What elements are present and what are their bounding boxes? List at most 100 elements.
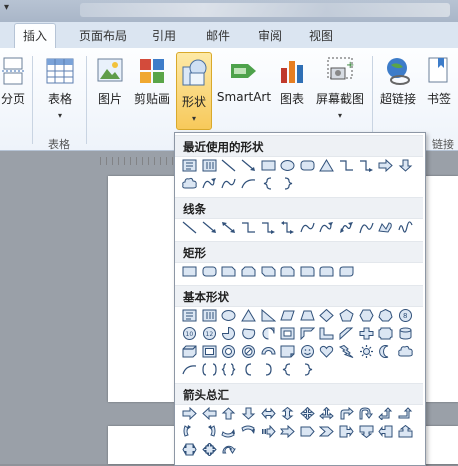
- shape-scribble-icon[interactable]: [396, 219, 416, 236]
- shape-curved-left-arrow-icon[interactable]: [200, 423, 220, 440]
- shape-curved-right-arrow-icon[interactable]: [180, 423, 200, 440]
- shape-parallelogram-icon[interactable]: [278, 307, 298, 324]
- shape-hexagon-icon[interactable]: [356, 307, 376, 324]
- shape-rounded-rect-icon[interactable]: [200, 263, 220, 280]
- shape-curve-icon[interactable]: [219, 175, 239, 192]
- shape-left-callout-icon[interactable]: [376, 423, 396, 440]
- shape-round-same-icon[interactable]: [317, 263, 337, 280]
- shape-curved-down-arrow-icon[interactable]: [239, 423, 259, 440]
- screenshot-button[interactable]: + 屏幕截图 ▾: [312, 56, 368, 121]
- shape-up-arrow-icon[interactable]: [219, 405, 239, 422]
- shape-elbow-icon[interactable]: [239, 219, 259, 236]
- shape-curve-icon[interactable]: [298, 219, 318, 236]
- shape-rect-icon[interactable]: [258, 157, 278, 174]
- shape-plaque-icon[interactable]: [376, 325, 396, 342]
- tab-insert[interactable]: 插入: [14, 23, 57, 48]
- shape-bevel-icon[interactable]: [200, 343, 220, 360]
- shape-curved-up-arrow-icon[interactable]: [219, 423, 239, 440]
- shape-oval-icon[interactable]: [278, 157, 298, 174]
- shape-line-icon[interactable]: [180, 219, 200, 236]
- shape-freeform-icon[interactable]: [376, 219, 396, 236]
- shape-right-triangle-icon[interactable]: [258, 307, 278, 324]
- shape-elbow-double-arrow-icon[interactable]: [278, 219, 298, 236]
- shape-down-arrow-icon[interactable]: [396, 157, 416, 174]
- shape-arc-icon[interactable]: [239, 175, 259, 192]
- shape-l-shape-icon[interactable]: [317, 325, 337, 342]
- shape-textbox-icon[interactable]: [180, 307, 200, 324]
- shape-lightning-icon[interactable]: [337, 343, 357, 360]
- shape-brace-right-icon[interactable]: [298, 361, 318, 378]
- shape-left-up-arrow-icon[interactable]: [376, 405, 396, 422]
- tab-references[interactable]: 引用: [152, 27, 176, 44]
- shapes-button[interactable]: 形状 ▾: [176, 52, 212, 130]
- shape-rounded-rect-icon[interactable]: [298, 157, 318, 174]
- shape-left-right-arrow-icon[interactable]: [258, 405, 278, 422]
- shape-curve-arrow-icon[interactable]: [200, 175, 220, 192]
- tab-review[interactable]: 审阅: [258, 27, 282, 44]
- picture-button[interactable]: 图片: [92, 56, 128, 107]
- shape-up-down-arrow-icon[interactable]: [278, 405, 298, 422]
- shape-diamond-icon[interactable]: [317, 307, 337, 324]
- shape-triangle-icon[interactable]: [317, 157, 337, 174]
- shape-snip-round-icon[interactable]: [278, 263, 298, 280]
- clipart-button[interactable]: 剪贴画: [130, 56, 174, 107]
- shape-left-right-callout-icon[interactable]: [180, 441, 200, 458]
- shape-down-callout-icon[interactable]: [356, 423, 376, 440]
- shape-can-icon[interactable]: [396, 325, 416, 342]
- shape-elbow-icon[interactable]: [337, 157, 357, 174]
- shape-bent-arrow-icon[interactable]: [337, 405, 357, 422]
- shape-vtextbox-icon[interactable]: [200, 307, 220, 324]
- shape-quad-callout-icon[interactable]: [200, 441, 220, 458]
- shape-pentagon-arrow-icon[interactable]: [298, 423, 318, 440]
- shape-bracket-left-icon[interactable]: [239, 361, 259, 378]
- shape-round-one-icon[interactable]: [298, 263, 318, 280]
- tab-mailings[interactable]: 邮件: [206, 27, 230, 44]
- shape-folded-corner-icon[interactable]: [278, 343, 298, 360]
- shape-pentagon-icon[interactable]: [337, 307, 357, 324]
- shape-curve-double-arrow-icon[interactable]: [337, 219, 357, 236]
- shape-bracket-pair-icon[interactable]: [200, 361, 220, 378]
- tab-view[interactable]: 视图: [309, 27, 333, 44]
- shape-curve-arrow-icon[interactable]: [317, 219, 337, 236]
- shape-right-arrow-icon[interactable]: [376, 157, 396, 174]
- shape-right-arrow-icon[interactable]: [180, 405, 200, 422]
- shape-dodecagon-icon[interactable]: 12: [200, 325, 220, 342]
- shape-cube-icon[interactable]: [180, 343, 200, 360]
- shape-brace-pair-icon[interactable]: [219, 361, 239, 378]
- shape-arc-icon[interactable]: [180, 361, 200, 378]
- shape-elbow-arrow-icon[interactable]: [258, 219, 278, 236]
- shape-double-arrow-line-icon[interactable]: [219, 219, 239, 236]
- shape-no-symbol-icon[interactable]: [239, 343, 259, 360]
- shape-heart-icon[interactable]: [317, 343, 337, 360]
- shape-arc-curve-icon[interactable]: [356, 219, 376, 236]
- shape-up-callout-icon[interactable]: [396, 423, 416, 440]
- shape-chevron-icon[interactable]: [317, 423, 337, 440]
- shape-bent-up-arrow-icon[interactable]: [396, 405, 416, 422]
- quick-access-dropdown-icon[interactable]: ▾: [4, 2, 9, 13]
- shape-diagonal-stripe-icon[interactable]: [337, 325, 357, 342]
- shape-brace-left-icon[interactable]: [278, 361, 298, 378]
- shape-smiley-icon[interactable]: [298, 343, 318, 360]
- shape-donut-icon[interactable]: [219, 343, 239, 360]
- shape-snip-diag-icon[interactable]: [258, 263, 278, 280]
- shape-snip-same-icon[interactable]: [239, 263, 259, 280]
- shape-brace-right-icon[interactable]: [278, 175, 298, 192]
- table-button[interactable]: 表格 ▾: [40, 56, 80, 121]
- shape-arrow-line-icon[interactable]: [239, 157, 259, 174]
- bookmark-button[interactable]: 书签: [422, 56, 456, 107]
- tab-page-layout[interactable]: 页面布局: [79, 27, 127, 44]
- shape-block-arc-icon[interactable]: [258, 343, 278, 360]
- shape-oval-icon[interactable]: [219, 307, 239, 324]
- shape-down-arrow-icon[interactable]: [239, 405, 259, 422]
- shape-elbow-arrow-icon[interactable]: [356, 157, 376, 174]
- shape-frame-icon[interactable]: [278, 325, 298, 342]
- smartart-button[interactable]: SmartArt: [216, 56, 272, 104]
- hyperlink-button[interactable]: 超链接: [378, 56, 418, 107]
- chart-button[interactable]: 图表: [276, 56, 308, 107]
- shape-right-callout-icon[interactable]: [337, 423, 357, 440]
- shape-brace-left-icon[interactable]: [258, 175, 278, 192]
- shape-pie-icon[interactable]: [219, 325, 239, 342]
- shape-textbox-icon[interactable]: [180, 157, 200, 174]
- shape-striped-right-arrow-icon[interactable]: [258, 423, 278, 440]
- shape-vtextbox-icon[interactable]: [200, 157, 220, 174]
